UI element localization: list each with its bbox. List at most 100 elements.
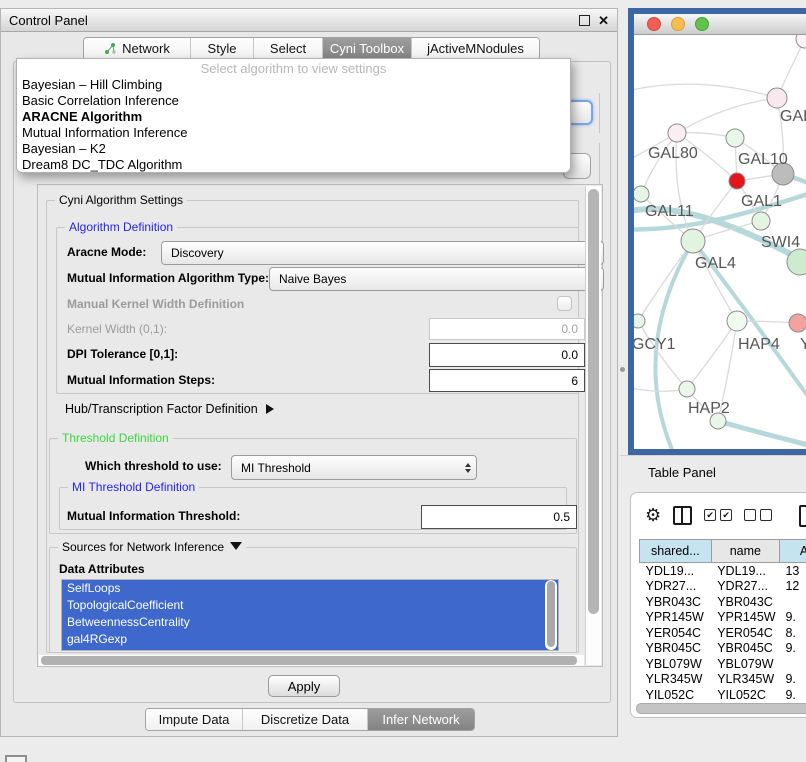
- dpi-tolerance-field[interactable]: 0.0: [429, 343, 585, 367]
- deselect-all-columns-button[interactable]: [744, 509, 772, 521]
- table-row[interactable]: YIL052CYIL052C9.: [640, 687, 806, 703]
- network-node-hap2[interactable]: [679, 381, 695, 397]
- tab-select[interactable]: Select: [254, 38, 323, 59]
- attribute-item[interactable]: gal4RGexp: [62, 631, 558, 648]
- tab-label: Select: [270, 41, 306, 56]
- columns-icon[interactable]: [673, 506, 692, 525]
- attribute-item[interactable]: SelfLoops: [62, 580, 558, 597]
- scrollbar-thumb[interactable]: [41, 656, 577, 665]
- hub-definition-label: Hub/Transcription Factor Definition: [65, 402, 258, 416]
- network-node-gal80[interactable]: [668, 124, 686, 142]
- attribute-item[interactable]: TopologicalCoefficient: [62, 597, 558, 614]
- tab-label: Discretize Data: [261, 712, 349, 727]
- network-node-y[interactable]: [789, 314, 806, 332]
- sources-group-title[interactable]: Sources for Network Inference: [58, 540, 246, 554]
- select-all-columns-button[interactable]: ✔ ✔: [704, 509, 732, 521]
- kernel-width-field[interactable]: 0.0: [429, 318, 585, 340]
- tab-network[interactable]: Network: [84, 38, 191, 59]
- tab-label: Infer Network: [382, 712, 459, 727]
- manual-kernel-label: Manual Kernel Width Definition: [67, 297, 244, 311]
- splitpane-handle[interactable]: [620, 367, 625, 372]
- network-node[interactable]: [796, 35, 806, 48]
- table-panel-header[interactable]: Table Panel: [620, 455, 806, 488]
- control-panel-titlebar[interactable]: Control Panel ✕: [1, 9, 617, 32]
- mi-steps-field[interactable]: 6: [429, 369, 585, 392]
- minimize-button[interactable]: [671, 17, 685, 31]
- table-function-icon[interactable]: [799, 505, 806, 527]
- table-column-header[interactable]: shared...: [640, 540, 712, 563]
- mi-threshold-field[interactable]: 0.5: [421, 505, 577, 529]
- table-row[interactable]: YDR27...YDR27...12: [640, 579, 806, 595]
- zoom-button[interactable]: [695, 17, 709, 31]
- stepper-icon[interactable]: [465, 463, 471, 473]
- scrollbar-thumb[interactable]: [588, 189, 599, 614]
- network-node[interactable]: [729, 173, 745, 189]
- aracne-mode-value: Discovery: [171, 246, 224, 260]
- algorithm-option[interactable]: Basic Correlation Inference: [17, 93, 570, 109]
- algorithm-option[interactable]: ARACNE Algorithm: [17, 109, 570, 125]
- tab-discretize-data[interactable]: Discretize Data: [243, 709, 368, 730]
- scrollbar-thumb[interactable]: [636, 703, 806, 714]
- table-horizontal-scrollbar[interactable]: [636, 702, 806, 713]
- table-row[interactable]: YPR145WYPR145W9.: [640, 610, 806, 626]
- close-panel-button[interactable]: ✕: [598, 14, 609, 27]
- network-node-gcy1[interactable]: [634, 314, 645, 328]
- network-edge: [634, 209, 806, 297]
- manual-kernel-checkbox[interactable]: [557, 296, 572, 311]
- scrollbar-thumb[interactable]: [547, 581, 555, 647]
- network-canvas[interactable]: GALGAL80GAL10GAL1GAL11GAL4SWI4GCY1HAP4YH…: [634, 35, 806, 449]
- mi-steps-label: Mutual Information Steps:: [67, 373, 215, 387]
- algorithm-option[interactable]: Bayesian – K2: [17, 141, 570, 157]
- algorithm-option[interactable]: Mutual Information Inference: [17, 125, 570, 141]
- table-column-header[interactable]: A: [779, 540, 806, 563]
- table-cell: YDR27...: [640, 579, 712, 595]
- mi-type-combobox[interactable]: Naive Bayes: [269, 267, 604, 291]
- network-window-titlebar[interactable]: [634, 14, 806, 35]
- table-cell: 13: [779, 563, 806, 579]
- algorithm-option[interactable]: Dream8 DC_TDC Algorithm: [17, 157, 570, 173]
- network-node-gal4[interactable]: [681, 229, 705, 253]
- table-cell: 8.: [779, 625, 806, 641]
- table-row[interactable]: YBR043CYBR043C: [640, 594, 806, 610]
- close-icon: ✕: [598, 14, 609, 27]
- settings-vertical-scrollbar[interactable]: [585, 186, 601, 665]
- tab-cyni-toolbox[interactable]: Cyni Toolbox: [323, 38, 412, 59]
- attribute-item[interactable]: BetweennessCentrality: [62, 614, 558, 631]
- network-node-gal[interactable]: [767, 88, 787, 108]
- apply-button[interactable]: Apply: [268, 675, 340, 697]
- algorithm-option[interactable]: Bayesian – Hill Climbing: [17, 77, 570, 93]
- network-edge: [687, 321, 737, 389]
- tab-infer-network[interactable]: Infer Network: [368, 709, 474, 730]
- collapsed-arrow-icon: [266, 404, 274, 414]
- aracne-mode-combobox[interactable]: Discovery: [161, 241, 604, 265]
- table-row[interactable]: YDL19...YDL19...13: [640, 563, 806, 579]
- dpi-tolerance-label: DPI Tolerance [0,1]:: [67, 347, 178, 361]
- hub-definition-toggle[interactable]: Hub/Transcription Factor Definition: [65, 402, 274, 416]
- table-row[interactable]: YLR345WYLR345W9.: [640, 672, 806, 688]
- table-cell: 9.: [779, 610, 806, 626]
- tab-label: jActiveMNodules: [427, 41, 524, 56]
- network-node-gal10[interactable]: [726, 129, 744, 147]
- attributes-scrollbar[interactable]: [545, 580, 557, 650]
- which-threshold-combobox[interactable]: MI Threshold: [231, 455, 477, 480]
- network-node-hap4[interactable]: [727, 311, 747, 331]
- table-row[interactable]: YBL079WYBL079W: [640, 656, 806, 672]
- close-button[interactable]: [647, 17, 661, 31]
- table-cell: 12: [779, 579, 806, 595]
- tab-label: Cyni Toolbox: [330, 41, 404, 56]
- mi-threshold-group-title: MI Threshold Definition: [68, 480, 199, 494]
- tab-jactivemnodules[interactable]: jActiveMNodules: [412, 38, 539, 59]
- settings-horizontal-scrollbar[interactable]: [39, 655, 584, 666]
- float-panel-button[interactable]: [579, 15, 590, 26]
- table-column-header[interactable]: name: [711, 540, 779, 563]
- table-row[interactable]: YBR045CYBR045C9.: [640, 641, 806, 657]
- network-view-window: GALGAL80GAL10GAL1GAL11GAL4SWI4GCY1HAP4YH…: [628, 8, 806, 455]
- tab-impute-data[interactable]: Impute Data: [146, 709, 243, 730]
- table-cell: YBR043C: [711, 594, 779, 610]
- network-node-gal1[interactable]: [752, 212, 770, 230]
- gear-icon[interactable]: ⚙: [645, 506, 661, 524]
- network-node-gal11[interactable]: [634, 186, 649, 202]
- tab-style[interactable]: Style: [191, 38, 254, 59]
- bottom-left-partial-button[interactable]: [5, 755, 27, 762]
- table-row[interactable]: YER054CYER054C8.: [640, 625, 806, 641]
